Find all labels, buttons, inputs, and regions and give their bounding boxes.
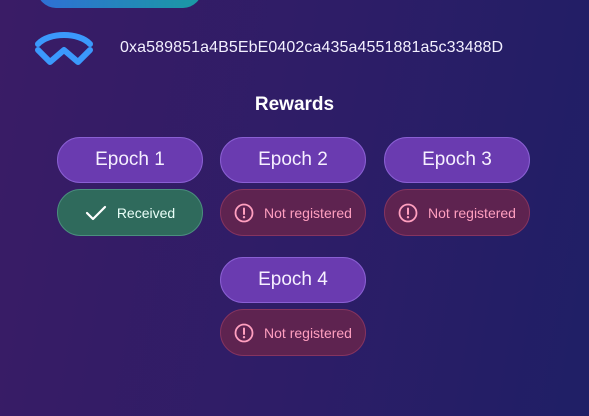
epoch-1-button[interactable]: Epoch 1 xyxy=(57,137,203,183)
wallet-address: 0xa589851a4B5EbE0402ca435a4551881a5c3348… xyxy=(120,39,504,56)
alert-circle-icon xyxy=(398,203,418,222)
wallet-connection xyxy=(34,30,94,68)
status-badge-not-registered: Not registered xyxy=(220,189,366,236)
status-label: Received xyxy=(116,204,176,221)
status-label: Not registered xyxy=(428,204,516,221)
status-badge-received: Received xyxy=(57,189,203,236)
epoch-card: Epoch 2 Not registered xyxy=(220,137,366,236)
check-icon xyxy=(85,205,106,220)
epoch-card: Epoch 4 Not registered xyxy=(220,257,366,356)
epoch-3-button[interactable]: Epoch 3 xyxy=(384,137,530,183)
epoch-card: Epoch 3 Not registered xyxy=(384,137,530,236)
top-action-button[interactable] xyxy=(37,0,202,8)
alert-circle-icon xyxy=(234,203,254,222)
status-label: Not registered xyxy=(264,204,352,221)
epoch-2-button[interactable]: Epoch 2 xyxy=(220,137,366,183)
epoch-card: Epoch 1 Received xyxy=(57,137,203,236)
status-badge-not-registered: Not registered xyxy=(220,309,366,356)
status-badge-not-registered: Not registered xyxy=(384,189,530,236)
rewards-title: Rewards xyxy=(254,94,335,115)
alert-circle-icon xyxy=(234,323,254,342)
walletconnect-icon xyxy=(35,32,93,65)
epoch-4-button[interactable]: Epoch 4 xyxy=(220,257,366,303)
status-label: Not registered xyxy=(264,324,352,341)
